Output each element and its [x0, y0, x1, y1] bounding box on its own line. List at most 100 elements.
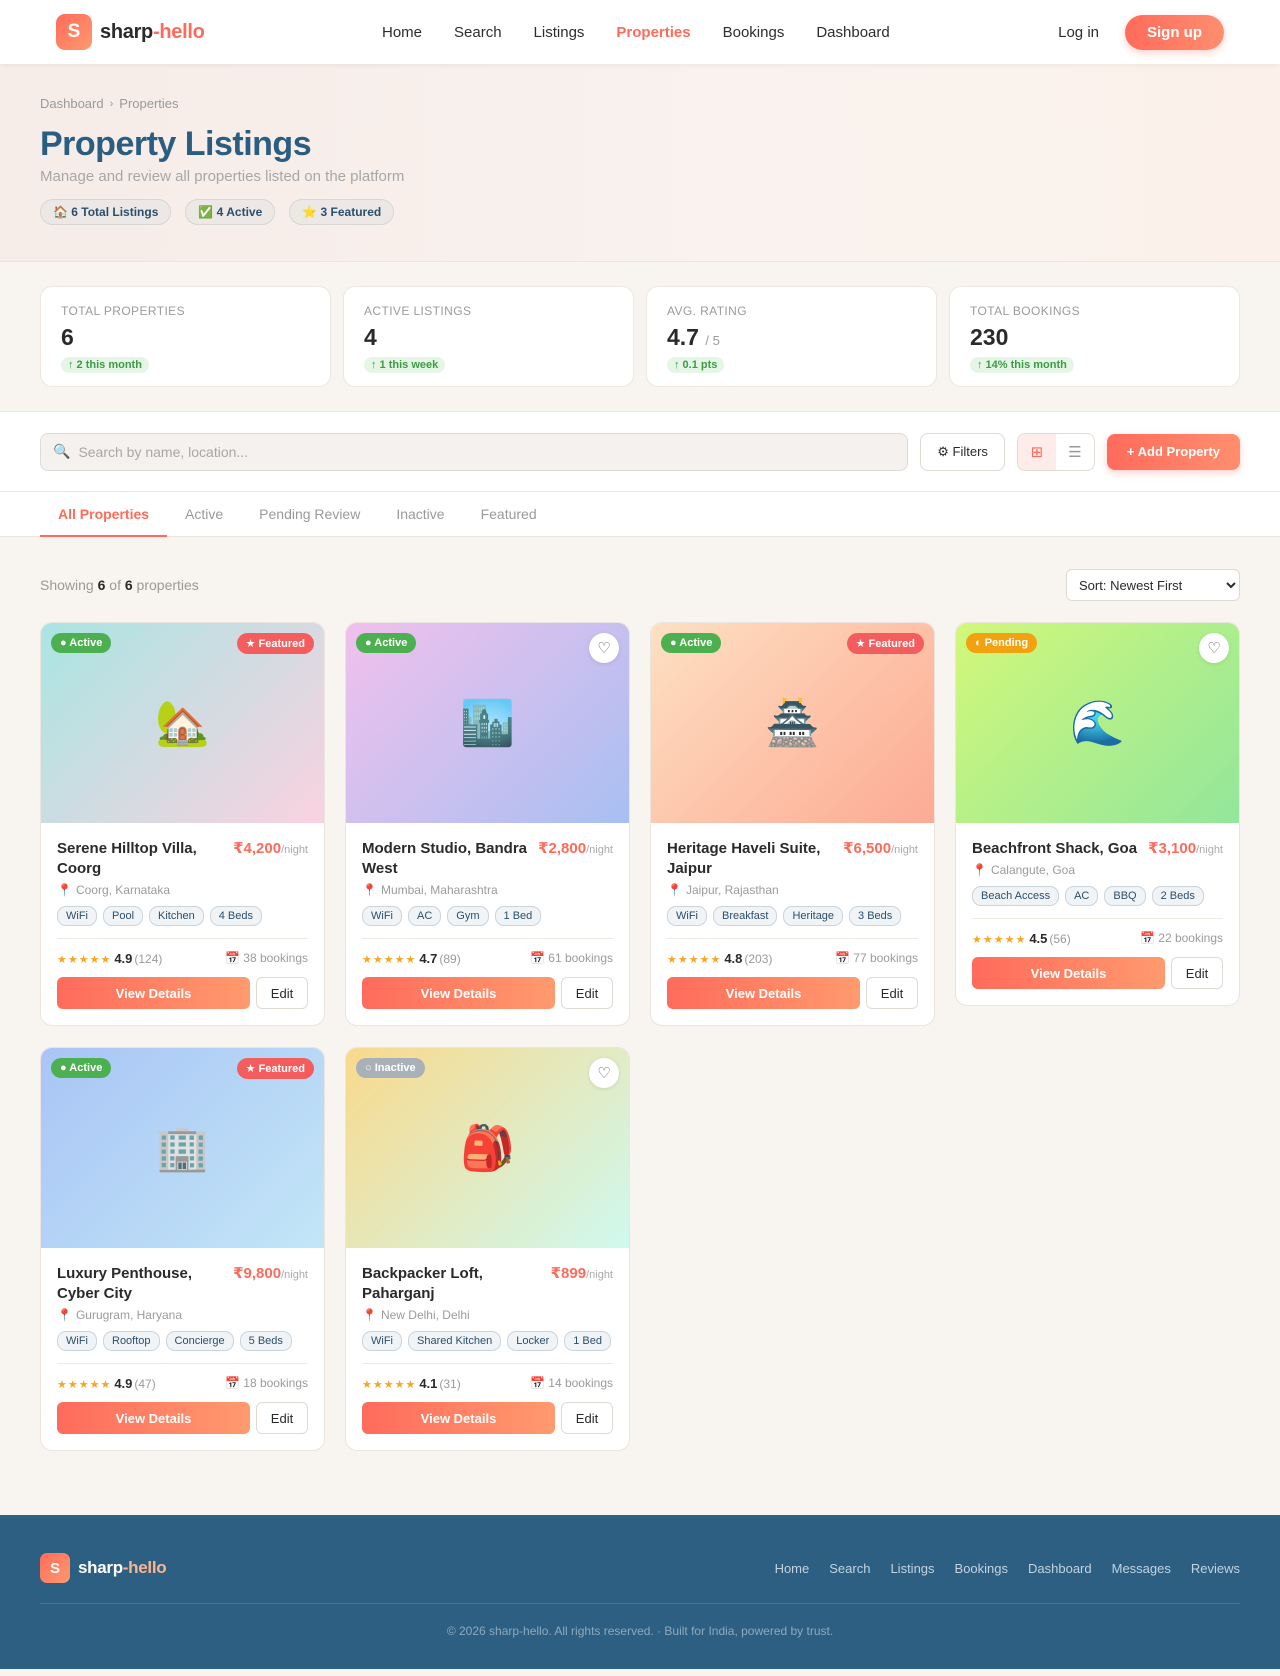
location-text: Gurugram, Haryana [75, 1308, 182, 1322]
rating-value: 4.7 [419, 951, 438, 966]
calendar-icon: 📅 [834, 951, 850, 965]
property-card-header: Beachfront Shack, Goa ₹3,100/night [972, 839, 1223, 859]
amenity-tag: Beach Access [972, 886, 1060, 906]
listing-content: Showing 6 of 6 properties Sort: Newest F… [0, 537, 1280, 1515]
property-location: 📍 Jaipur, Rajasthan [667, 883, 918, 897]
amenity-list: WiFi AC Gym 1 Bed [362, 906, 613, 939]
search-box[interactable]: 🔍 [40, 432, 909, 471]
footer-link-listings[interactable]: Listings [890, 1561, 934, 1576]
property-card-body: Luxury Penthouse, Cyber City ₹9,800/night… [41, 1248, 324, 1450]
property-title[interactable]: Beachfront Shack, Goa [972, 839, 1137, 859]
status-badge: ● Active [661, 633, 722, 653]
listing-toolbar: 🔍 ⚙ Filters ⊞ ☰ + Add Property [0, 412, 1280, 492]
nav-link-home[interactable]: Home [382, 24, 422, 41]
edit-button[interactable]: Edit [256, 1402, 308, 1434]
amenity-tag: 3 Beds [849, 906, 902, 926]
property-image[interactable]: 🏯 ● Active ★ Featured [651, 623, 934, 823]
property-image[interactable]: 🏡 ● Active ★ Featured [41, 623, 324, 823]
top-navbar: S sharp-hello Home Search Listings Properti… [0, 0, 1280, 64]
stat-number: 6 [61, 324, 74, 350]
star-rating-icon: ★★★★★ [362, 1379, 417, 1391]
stat-label: Active Listings [364, 304, 472, 318]
stat-value: 4 [364, 324, 613, 351]
view-details-button[interactable]: View Details [667, 977, 860, 1009]
calendar-icon: 📅 [529, 1376, 545, 1390]
edit-button[interactable]: Edit [561, 1402, 613, 1434]
list-view-icon[interactable]: ☰ [1055, 433, 1094, 470]
property-image[interactable]: 🎒 ○ Inactive ♡ [346, 1048, 629, 1248]
list-header: Showing 6 of 6 properties Sort: Newest F… [40, 569, 1240, 601]
property-image[interactable]: 🏢 ● Active ★ Featured [41, 1048, 324, 1248]
footer-link-bookings[interactable]: Bookings [955, 1561, 1008, 1576]
property-title[interactable]: Modern Studio, Bandra West [362, 839, 530, 879]
login-link[interactable]: Log in [1058, 24, 1099, 41]
search-input[interactable] [78, 443, 896, 460]
footer-link-messages[interactable]: Messages [1112, 1561, 1171, 1576]
tab-all-properties[interactable]: All Properties [40, 492, 168, 537]
location-pin-icon: 📍 [362, 1308, 377, 1322]
property-title[interactable]: Luxury Penthouse, Cyber City [57, 1264, 225, 1304]
footer-brand[interactable]: S sharp-hello [40, 1553, 167, 1583]
heart-icon[interactable]: ♡ [589, 633, 619, 663]
card-actions: View Details Edit [57, 977, 308, 1009]
signup-button[interactable]: Sign up [1125, 14, 1224, 50]
property-location: 📍 Coorg, Karnataka [57, 883, 308, 897]
footer-link-reviews[interactable]: Reviews [1191, 1561, 1240, 1576]
price-value: ₹4,200 [233, 840, 282, 857]
property-image[interactable]: 🏙️ ● Active ♡ [346, 623, 629, 823]
filters-button[interactable]: ⚙ Filters [920, 432, 1005, 471]
tab-featured[interactable]: Featured [463, 492, 555, 537]
review-count: (124) [134, 952, 163, 966]
heart-icon[interactable]: ♡ [589, 1058, 619, 1088]
view-details-button[interactable]: View Details [57, 1402, 250, 1434]
property-title[interactable]: Serene Hilltop Villa, Coorg [57, 839, 225, 879]
calendar-icon: 📅 [1139, 931, 1155, 945]
nav-link-properties[interactable]: Properties [616, 24, 690, 41]
review-count: (47) [134, 1377, 156, 1391]
grid-view-icon[interactable]: ⊞ [1017, 433, 1056, 470]
location-text: Jaipur, Rajasthan [685, 883, 779, 897]
footer-copyright: © 2026 sharp-hello. All rights reserved.… [446, 1624, 834, 1638]
footer-link-search[interactable]: Search [829, 1561, 870, 1576]
calendar-icon: 📅 [529, 951, 545, 965]
view-details-button[interactable]: View Details [362, 1402, 555, 1434]
view-details-button[interactable]: View Details [57, 977, 250, 1009]
edit-button[interactable]: Edit [866, 977, 918, 1009]
edit-button[interactable]: Edit [256, 977, 308, 1009]
edit-button[interactable]: Edit [1171, 957, 1223, 989]
amenity-tag: Heritage [783, 906, 844, 926]
edit-button[interactable]: Edit [561, 977, 613, 1009]
amenity-tag: Concierge [165, 1331, 234, 1351]
nav-link-dashboard[interactable]: Dashboard [816, 24, 889, 41]
property-title[interactable]: Heritage Haveli Suite, Jaipur [667, 839, 835, 879]
brand[interactable]: S sharp-hello [56, 14, 356, 50]
tab-pending-review[interactable]: Pending Review [241, 492, 378, 537]
amenity-tag: WiFi [57, 1331, 97, 1351]
view-details-button[interactable]: View Details [362, 977, 555, 1009]
footer-link-home[interactable]: Home [775, 1561, 810, 1576]
calendar-icon: 📅 [224, 1376, 240, 1390]
tab-inactive[interactable]: Inactive [378, 492, 462, 537]
stat-trend-badge: ↑ 2 this month [61, 357, 149, 373]
status-badge: ● Active [51, 1058, 112, 1078]
nav-link-bookings[interactable]: Bookings [723, 24, 785, 41]
property-card-body: Heritage Haveli Suite, Jaipur ₹6,500/nigh… [651, 823, 934, 1025]
amenity-tag: Shared Kitchen [408, 1331, 502, 1351]
nav-link-search[interactable]: Search [454, 24, 502, 41]
property-image[interactable]: 🌊 ◐ Pending ♡ [956, 623, 1239, 823]
add-property-button[interactable]: + Add Property [1106, 433, 1240, 470]
card-actions: View Details Edit [972, 957, 1223, 989]
card-actions: View Details Edit [362, 977, 613, 1009]
booking-count-text: 61 bookings [548, 951, 613, 965]
property-title[interactable]: Backpacker Loft, Paharganj [362, 1264, 543, 1304]
nav-link-listings[interactable]: Listings [534, 24, 585, 41]
sort-select[interactable]: Sort: Newest First [1066, 569, 1240, 601]
view-details-button[interactable]: View Details [972, 957, 1165, 989]
footer-link-dashboard[interactable]: Dashboard [1028, 1561, 1092, 1576]
breadcrumb-item-dashboard[interactable]: Dashboard [40, 96, 104, 111]
property-card-body: Beachfront Shack, Goa ₹3,100/night 📍 Calang… [956, 823, 1239, 1005]
property-meta: ★★★★★ 4.8 (203) 📅 77 bookings [667, 950, 918, 966]
property-image-icon: 🎒 [460, 1124, 515, 1173]
tab-active[interactable]: Active [167, 492, 241, 537]
heart-icon[interactable]: ♡ [1199, 633, 1229, 663]
